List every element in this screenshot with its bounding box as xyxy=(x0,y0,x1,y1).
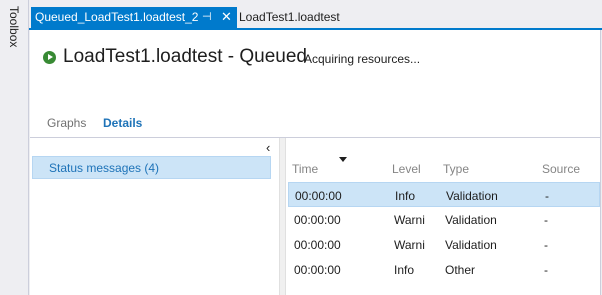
table-row[interactable]: 00:00:00 Warni Validation - xyxy=(288,207,600,232)
run-icon xyxy=(43,51,56,64)
document-tabstrip: Queued_LoadTest1.loadtest_2 ⊣ ✕ LoadTest… xyxy=(29,7,602,28)
tab-details[interactable]: Details xyxy=(103,116,142,130)
cell-time: 00:00:00 xyxy=(294,213,341,227)
cell-level: Warni xyxy=(394,213,425,227)
tab-loadtest[interactable]: LoadTest1.loadtest xyxy=(239,7,340,28)
cell-source: - xyxy=(545,189,549,203)
cell-type: Validation xyxy=(445,238,497,252)
column-header-type[interactable]: Type xyxy=(443,162,538,176)
status-panel: ‹ Status messages (4) xyxy=(30,138,279,295)
cell-type: Other xyxy=(445,263,476,277)
table-row[interactable]: 00:00:00 Warni Validation - xyxy=(288,232,600,257)
tab-queued-loadtest[interactable]: Queued_LoadTest1.loadtest_2 ⊣ ✕ xyxy=(31,7,237,28)
cell-level: Info xyxy=(395,189,416,203)
grid-header: Time Level Type Source xyxy=(286,162,600,182)
pin-icon[interactable]: ⊣ xyxy=(202,10,212,23)
table-row[interactable]: 00:00:00 Info Validation - xyxy=(288,182,600,207)
load-test-document: LoadTest1.loadtest - Queued Acquiring re… xyxy=(30,30,601,295)
cell-time: 00:00:00 xyxy=(294,238,341,252)
column-header-level[interactable]: Level xyxy=(392,162,436,176)
tab-graphs[interactable]: Graphs xyxy=(47,116,86,130)
status-text: Acquiring resources... xyxy=(304,52,421,66)
close-icon[interactable]: ✕ xyxy=(221,9,232,25)
page-title: LoadTest1.loadtest - Queued xyxy=(63,46,308,67)
tab-label: LoadTest1.loadtest xyxy=(239,10,340,24)
table-row[interactable]: 00:00:00 Info Other - xyxy=(288,257,600,282)
cell-time: 00:00:00 xyxy=(295,189,342,203)
tab-label: Queued_LoadTest1.loadtest_2 xyxy=(35,10,199,24)
chevron-left-icon[interactable]: ‹ xyxy=(266,140,270,155)
cell-source: - xyxy=(544,263,548,277)
toolbox-panel[interactable]: Toolbox xyxy=(0,0,29,295)
status-messages-item[interactable]: Status messages (4) xyxy=(32,156,271,179)
status-messages-grid: Time Level Type Source 00:00:00 Info Val… xyxy=(286,138,600,295)
cell-source: - xyxy=(544,238,548,252)
cell-source: - xyxy=(544,213,548,227)
panel-splitter[interactable] xyxy=(279,138,286,295)
cell-time: 00:00:00 xyxy=(294,263,341,277)
cell-type: Validation xyxy=(445,213,497,227)
column-header-source[interactable]: Source xyxy=(542,162,597,176)
toolbox-label[interactable]: Toolbox xyxy=(3,6,25,66)
column-header-time[interactable]: Time xyxy=(292,162,387,176)
cell-level: Info xyxy=(394,263,415,277)
cell-type: Validation xyxy=(446,189,498,203)
cell-level: Warni xyxy=(394,238,425,252)
